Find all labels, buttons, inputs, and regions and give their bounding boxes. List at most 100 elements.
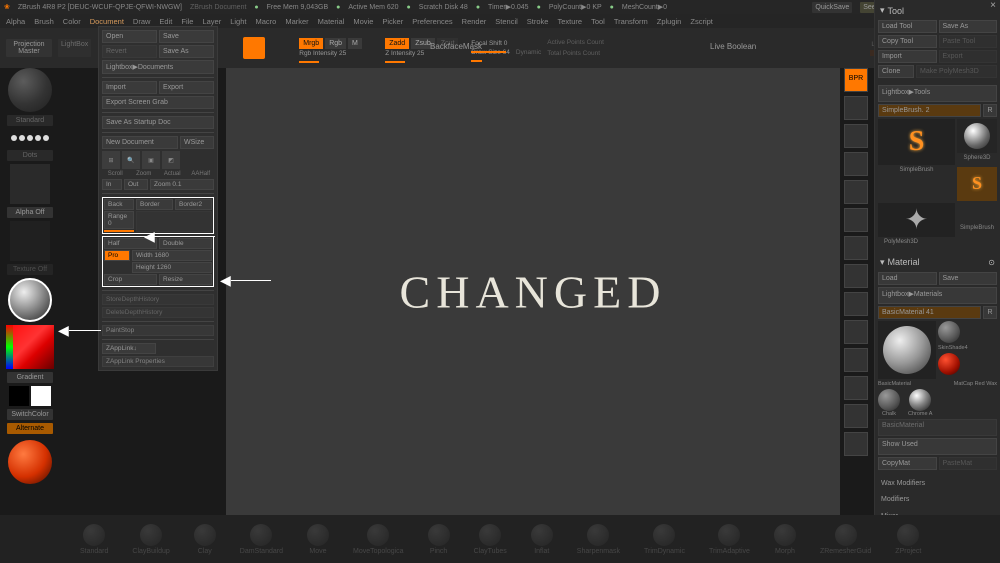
rgb-intensity-slider[interactable]: Rgb Intensity 25	[299, 50, 346, 57]
edit-mode-icon[interactable]	[243, 37, 265, 59]
shelf-move[interactable]: Move	[307, 524, 329, 555]
close-icon[interactable]: ×	[990, 0, 996, 11]
menu-picker[interactable]: Picker	[382, 17, 403, 26]
mat-r-button[interactable]: R	[983, 306, 997, 319]
mat-save-button[interactable]: Save	[939, 272, 998, 285]
menu-transform[interactable]: Transform	[614, 17, 648, 26]
doc-resize-button[interactable]: Resize	[159, 274, 212, 285]
rotate-button[interactable]	[844, 376, 868, 400]
wax-modifiers-section[interactable]: Wax Modifiers	[878, 478, 997, 493]
stroke-dots-label[interactable]: Dots	[7, 150, 53, 161]
paste-tool-button[interactable]: Paste Tool	[939, 35, 998, 48]
copy-tool-button[interactable]: Copy Tool	[878, 35, 937, 48]
clone-button[interactable]: Clone	[878, 65, 914, 78]
m-button[interactable]: M	[348, 38, 362, 49]
menu-document[interactable]: Document	[90, 17, 124, 26]
doc-zapplink-button[interactable]: ZAppLink↓	[102, 343, 156, 354]
switchcolor-button[interactable]: SwitchColor	[7, 409, 53, 420]
z-intensity-slider[interactable]: Z Intensity 25	[385, 50, 424, 57]
texture-preview[interactable]	[10, 221, 50, 261]
brush-preview-icon[interactable]	[8, 68, 52, 112]
tool-saveas-button[interactable]: Save As	[939, 20, 998, 33]
doc-out-button[interactable]: Out	[124, 179, 148, 190]
shelf-standard[interactable]: Standard	[80, 524, 108, 555]
stroke-dots-icon[interactable]	[11, 129, 49, 147]
doc-width-field[interactable]: Width 1680	[132, 250, 212, 261]
menu-material[interactable]: Material	[318, 17, 345, 26]
simplebrush-label[interactable]: SimpleBrush. 2	[878, 104, 981, 117]
hue-strip[interactable]	[6, 325, 13, 369]
xpose-button[interactable]	[844, 432, 868, 456]
menu-draw[interactable]: Draw	[133, 17, 151, 26]
shelf-sharpenmask[interactable]: Sharpenmask	[577, 524, 620, 555]
doc-scroll-icon[interactable]: ⊞	[102, 151, 120, 169]
projection-master-button[interactable]: Projection Master	[6, 39, 52, 57]
lightbox-button[interactable]: LightBox	[58, 39, 91, 57]
alternate-button[interactable]: Alternate	[7, 423, 53, 434]
doc-zapplink-props-button[interactable]: ZAppLink Properties	[102, 356, 214, 367]
doc-pro-button[interactable]: Pro	[104, 250, 130, 261]
shelf-morph[interactable]: Morph	[774, 524, 796, 555]
tool-r-button[interactable]: R	[983, 104, 997, 117]
tool-export-button[interactable]: Export	[939, 50, 998, 63]
doc-revert-button[interactable]: Revert	[102, 45, 157, 58]
doc-delete-depth-button[interactable]: DeleteDepthHistory	[102, 307, 214, 318]
scale-button[interactable]	[844, 348, 868, 372]
menu-marker[interactable]: Marker	[285, 17, 308, 26]
lightbox-materials-button[interactable]: Lightbox▶Materials	[878, 287, 997, 304]
doc-actual-icon[interactable]: ▣	[142, 151, 160, 169]
load-tool-button[interactable]: Load Tool	[878, 20, 937, 33]
frame-button[interactable]	[844, 292, 868, 316]
chalk-swatch[interactable]	[878, 389, 900, 411]
move-button[interactable]	[844, 320, 868, 344]
alpha-preview[interactable]	[10, 164, 50, 204]
gradient-label[interactable]: Gradient	[7, 372, 53, 383]
tool-import-button[interactable]: Import	[878, 50, 937, 63]
alpha-off-label[interactable]: Alpha Off	[7, 207, 53, 218]
live-boolean-label[interactable]: Live Boolean	[710, 42, 756, 51]
menu-zplugin[interactable]: Zplugin	[657, 17, 682, 26]
menu-preferences[interactable]: Preferences	[412, 17, 452, 26]
dynamic-toggle[interactable]: Dynamic	[516, 49, 541, 56]
doc-zoom-value[interactable]: Zoom 0.1	[150, 179, 214, 190]
brush-standard-label[interactable]: Standard	[7, 115, 53, 126]
menu-movie[interactable]: Movie	[353, 17, 373, 26]
shelf-zproject[interactable]: ZProject	[895, 524, 921, 555]
doc-export-screen-button[interactable]: Export Screen Grab	[102, 96, 214, 109]
tool-panel-header[interactable]: ▾Tool×	[878, 3, 997, 18]
shelf-pinch[interactable]: Pinch	[428, 524, 450, 555]
doc-zoom-icon[interactable]: 🔍	[122, 151, 140, 169]
menu-texture[interactable]: Texture	[557, 17, 582, 26]
sphere3d-icon[interactable]	[957, 119, 997, 153]
doc-lightbox-button[interactable]: Lightbox▶Documents	[102, 60, 214, 74]
doc-border2-button[interactable]: Border2	[175, 199, 212, 210]
doc-border-button[interactable]: Border	[136, 199, 173, 210]
doc-paintstop-button[interactable]: PaintStop	[102, 325, 214, 336]
shelf-clay[interactable]: Clay	[194, 524, 216, 555]
actual-button[interactable]	[844, 152, 868, 176]
polymesh3d-icon[interactable]: ✦	[878, 203, 955, 237]
alternate-sphere-icon[interactable]	[8, 440, 52, 484]
doc-height-field[interactable]: Height 1260	[132, 262, 212, 273]
doc-new-button[interactable]: New Document	[102, 136, 178, 149]
chrome-swatch[interactable]	[909, 389, 931, 411]
simplebrush-thumb-icon[interactable]: S	[957, 167, 997, 201]
menu-layer[interactable]: Layer	[202, 17, 221, 26]
menu-alpha[interactable]: Alpha	[6, 17, 25, 26]
menu-brush[interactable]: Brush	[34, 17, 54, 26]
show-used-button[interactable]: Show Used	[878, 438, 997, 455]
material-panel-header[interactable]: ▾Material⊙	[878, 255, 997, 270]
shelf-damstandard[interactable]: DamStandard	[240, 524, 283, 555]
secondary-color-swatch[interactable]	[31, 386, 51, 406]
viewport-canvas[interactable]: CHANGED	[226, 68, 840, 515]
modifiers-section[interactable]: Modifiers	[878, 494, 997, 509]
doc-save-button[interactable]: Save	[159, 30, 214, 43]
scroll-button[interactable]	[844, 96, 868, 120]
menu-stencil[interactable]: Stencil	[495, 17, 518, 26]
persp-button[interactable]	[844, 208, 868, 232]
copymat-button[interactable]: CopyMat	[878, 457, 937, 470]
menu-color[interactable]: Color	[63, 17, 81, 26]
zoom-button[interactable]	[844, 124, 868, 148]
menu-light[interactable]: Light	[230, 17, 246, 26]
menu-macro[interactable]: Macro	[255, 17, 276, 26]
